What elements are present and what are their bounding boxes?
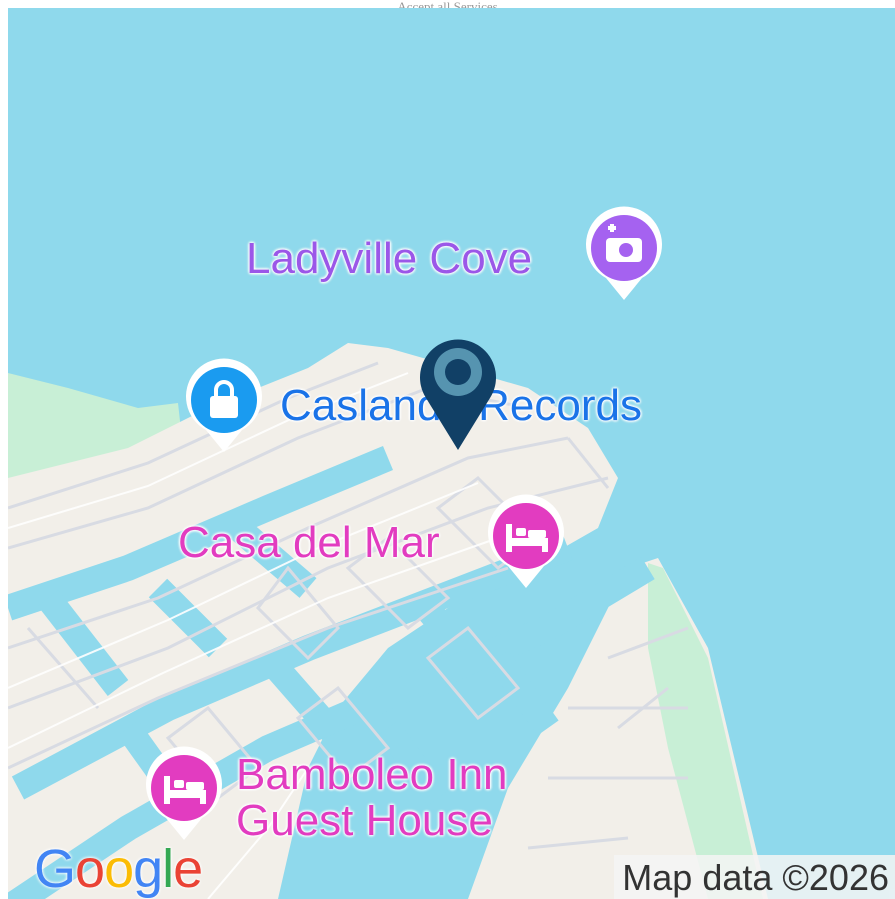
logo-letter: l — [162, 839, 174, 899]
poi-label-casa-del-mar[interactable]: Casa del Mar — [178, 520, 440, 566]
poi-label-bamboleo-inn[interactable]: Bamboleo Inn Guest House — [236, 752, 508, 844]
bed-icon[interactable] — [136, 744, 232, 844]
map-attribution[interactable]: Map data ©2026 — [614, 855, 895, 899]
logo-letter: e — [173, 839, 203, 899]
location-pin-icon[interactable] — [410, 326, 506, 454]
logo-letter: G — [34, 839, 76, 899]
logo-letter: o — [75, 839, 105, 899]
poi-label-line: Bamboleo Inn — [236, 750, 508, 799]
poi-label-line: Guest House — [236, 796, 493, 845]
map-view[interactable]: Ladyville Cove Caslando Records Casa del… — [8, 8, 895, 899]
logo-letter: g — [133, 839, 163, 899]
poi-label-ladyville-cove[interactable]: Ladyville Cove — [246, 234, 532, 284]
google-logo[interactable]: Google — [34, 838, 203, 899]
bed-icon[interactable] — [478, 492, 574, 592]
top-caption: Accept all Services — [397, 0, 498, 8]
shopping-bag-icon[interactable] — [176, 356, 272, 456]
logo-letter: o — [104, 839, 134, 899]
camera-icon[interactable] — [576, 204, 672, 304]
